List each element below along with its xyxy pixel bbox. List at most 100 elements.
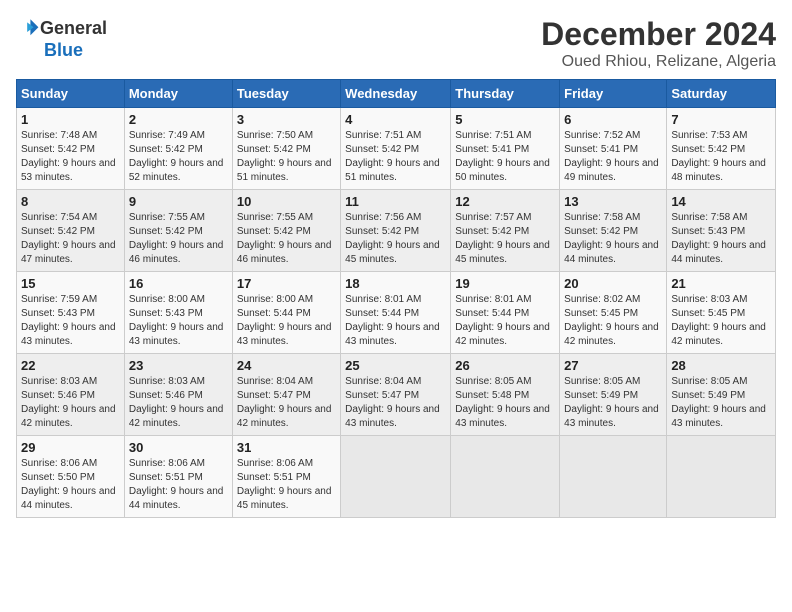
- day-info: Sunrise: 7:54 AMSunset: 5:42 PMDaylight:…: [21, 211, 120, 267]
- day-info: Sunrise: 7:51 AMSunset: 5:41 PMDaylight:…: [455, 129, 555, 185]
- day-info: Sunrise: 8:06 AMSunset: 5:50 PMDaylight:…: [21, 457, 120, 513]
- table-row: 6 Sunrise: 7:52 AMSunset: 5:41 PMDaylight…: [560, 108, 667, 190]
- day-info: Sunrise: 8:01 AMSunset: 5:44 PMDaylight:…: [455, 293, 555, 349]
- day-info: Sunrise: 7:48 AMSunset: 5:42 PMDaylight:…: [21, 129, 120, 185]
- title-area: December 2024 Oued Rhiou, Relizane, Alge…: [541, 16, 776, 71]
- col-monday: Monday: [124, 80, 232, 108]
- table-row: 28 Sunrise: 8:05 AMSunset: 5:49 PMDayligh…: [667, 354, 776, 436]
- day-number: 2: [129, 112, 228, 127]
- logo: General Blue: [16, 16, 107, 61]
- day-info: Sunrise: 8:05 AMSunset: 5:48 PMDaylight:…: [455, 375, 555, 431]
- day-info: Sunrise: 7:52 AMSunset: 5:41 PMDaylight:…: [564, 129, 662, 185]
- day-number: 17: [237, 276, 336, 291]
- day-number: 13: [564, 194, 662, 209]
- day-number: 25: [345, 358, 446, 373]
- day-number: 9: [129, 194, 228, 209]
- day-info: Sunrise: 8:01 AMSunset: 5:44 PMDaylight:…: [345, 293, 446, 349]
- col-wednesday: Wednesday: [341, 80, 451, 108]
- table-row: 10 Sunrise: 7:55 AMSunset: 5:42 PMDayligh…: [232, 190, 340, 272]
- day-info: Sunrise: 8:02 AMSunset: 5:45 PMDaylight:…: [564, 293, 662, 349]
- table-row: 13 Sunrise: 7:58 AMSunset: 5:42 PMDayligh…: [560, 190, 667, 272]
- table-row: [667, 436, 776, 518]
- day-number: 18: [345, 276, 446, 291]
- calendar-week-3: 15 Sunrise: 7:59 AMSunset: 5:43 PMDayligh…: [17, 272, 776, 354]
- calendar-week-2: 8 Sunrise: 7:54 AMSunset: 5:42 PMDaylight…: [17, 190, 776, 272]
- day-info: Sunrise: 8:00 AMSunset: 5:43 PMDaylight:…: [129, 293, 228, 349]
- table-row: 7Sunrise: 7:53 AMSunset: 5:42 PMDaylight…: [667, 108, 776, 190]
- table-row: 17 Sunrise: 8:00 AMSunset: 5:44 PMDayligh…: [232, 272, 340, 354]
- day-info: Sunrise: 8:03 AMSunset: 5:46 PMDaylight:…: [129, 375, 228, 431]
- table-row: 19Sunrise: 8:01 AMSunset: 5:44 PMDayligh…: [451, 272, 560, 354]
- day-number: 11: [345, 194, 446, 209]
- page-header: General Blue December 2024 Oued Rhiou, R…: [16, 16, 776, 71]
- day-info: Sunrise: 7:55 AMSunset: 5:42 PMDaylight:…: [129, 211, 228, 267]
- day-info: Sunrise: 7:58 AMSunset: 5:43 PMDaylight:…: [671, 211, 771, 267]
- day-number: 6: [564, 112, 662, 127]
- day-info: Sunrise: 7:56 AMSunset: 5:42 PMDaylight:…: [345, 211, 446, 267]
- table-row: 24 Sunrise: 8:04 AMSunset: 5:47 PMDayligh…: [232, 354, 340, 436]
- table-row: 12 Sunrise: 7:57 AMSunset: 5:42 PMDayligh…: [451, 190, 560, 272]
- logo-general: General: [40, 18, 107, 39]
- table-row: 31Sunrise: 8:06 AMSunset: 5:51 PMDayligh…: [232, 436, 340, 518]
- day-info: Sunrise: 8:00 AMSunset: 5:44 PMDaylight:…: [237, 293, 336, 349]
- day-number: 28: [671, 358, 771, 373]
- day-number: 1: [21, 112, 120, 127]
- calendar-header-row: Sunday Monday Tuesday Wednesday Thursday…: [17, 80, 776, 108]
- day-number: 10: [237, 194, 336, 209]
- table-row: 14Sunrise: 7:58 AMSunset: 5:43 PMDayligh…: [667, 190, 776, 272]
- day-number: 31: [237, 440, 336, 455]
- calendar-week-4: 22 Sunrise: 8:03 AMSunset: 5:46 PMDayligh…: [17, 354, 776, 436]
- day-number: 4: [345, 112, 446, 127]
- table-row: 21 Sunrise: 8:03 AMSunset: 5:45 PMDayligh…: [667, 272, 776, 354]
- table-row: 29 Sunrise: 8:06 AMSunset: 5:50 PMDayligh…: [17, 436, 125, 518]
- calendar-week-5: 29 Sunrise: 8:06 AMSunset: 5:50 PMDayligh…: [17, 436, 776, 518]
- table-row: 11 Sunrise: 7:56 AMSunset: 5:42 PMDayligh…: [341, 190, 451, 272]
- day-info: Sunrise: 8:04 AMSunset: 5:47 PMDaylight:…: [345, 375, 446, 431]
- day-number: 20: [564, 276, 662, 291]
- day-info: Sunrise: 7:57 AMSunset: 5:42 PMDaylight:…: [455, 211, 555, 267]
- col-thursday: Thursday: [451, 80, 560, 108]
- day-info: Sunrise: 7:51 AMSunset: 5:42 PMDaylight:…: [345, 129, 446, 185]
- day-number: 22: [21, 358, 120, 373]
- page-title: December 2024: [541, 16, 776, 53]
- day-info: Sunrise: 7:59 AMSunset: 5:43 PMDaylight:…: [21, 293, 120, 349]
- table-row: 20 Sunrise: 8:02 AMSunset: 5:45 PMDayligh…: [560, 272, 667, 354]
- table-row: 26Sunrise: 8:05 AMSunset: 5:48 PMDayligh…: [451, 354, 560, 436]
- calendar-week-1: 1 Sunrise: 7:48 AMSunset: 5:42 PMDaylight…: [17, 108, 776, 190]
- day-number: 16: [129, 276, 228, 291]
- day-info: Sunrise: 8:05 AMSunset: 5:49 PMDaylight:…: [671, 375, 771, 431]
- table-row: 2 Sunrise: 7:49 AMSunset: 5:42 PMDaylight…: [124, 108, 232, 190]
- day-info: Sunrise: 8:05 AMSunset: 5:49 PMDaylight:…: [564, 375, 662, 431]
- table-row: 3Sunrise: 7:50 AMSunset: 5:42 PMDaylight…: [232, 108, 340, 190]
- day-number: 24: [237, 358, 336, 373]
- day-number: 27: [564, 358, 662, 373]
- day-info: Sunrise: 7:55 AMSunset: 5:42 PMDaylight:…: [237, 211, 336, 267]
- table-row: 23Sunrise: 8:03 AMSunset: 5:46 PMDayligh…: [124, 354, 232, 436]
- table-row: [451, 436, 560, 518]
- col-sunday: Sunday: [17, 80, 125, 108]
- logo-blue: Blue: [44, 40, 83, 61]
- page-subtitle: Oued Rhiou, Relizane, Algeria: [541, 53, 776, 71]
- col-friday: Friday: [560, 80, 667, 108]
- day-number: 21: [671, 276, 771, 291]
- calendar-table: Sunday Monday Tuesday Wednesday Thursday…: [16, 79, 776, 518]
- table-row: 9 Sunrise: 7:55 AMSunset: 5:42 PMDaylight…: [124, 190, 232, 272]
- day-number: 30: [129, 440, 228, 455]
- table-row: 25 Sunrise: 8:04 AMSunset: 5:47 PMDayligh…: [341, 354, 451, 436]
- day-info: Sunrise: 7:58 AMSunset: 5:42 PMDaylight:…: [564, 211, 662, 267]
- col-saturday: Saturday: [667, 80, 776, 108]
- day-info: Sunrise: 7:49 AMSunset: 5:42 PMDaylight:…: [129, 129, 228, 185]
- table-row: [341, 436, 451, 518]
- day-number: 29: [21, 440, 120, 455]
- day-number: 15: [21, 276, 120, 291]
- day-number: 3: [237, 112, 336, 127]
- logo-icon: [16, 16, 40, 40]
- day-number: 8: [21, 194, 120, 209]
- day-number: 12: [455, 194, 555, 209]
- col-tuesday: Tuesday: [232, 80, 340, 108]
- day-info: Sunrise: 8:04 AMSunset: 5:47 PMDaylight:…: [237, 375, 336, 431]
- table-row: 16 Sunrise: 8:00 AMSunset: 5:43 PMDayligh…: [124, 272, 232, 354]
- day-info: Sunrise: 8:03 AMSunset: 5:45 PMDaylight:…: [671, 293, 771, 349]
- table-row: [560, 436, 667, 518]
- table-row: 18 Sunrise: 8:01 AMSunset: 5:44 PMDayligh…: [341, 272, 451, 354]
